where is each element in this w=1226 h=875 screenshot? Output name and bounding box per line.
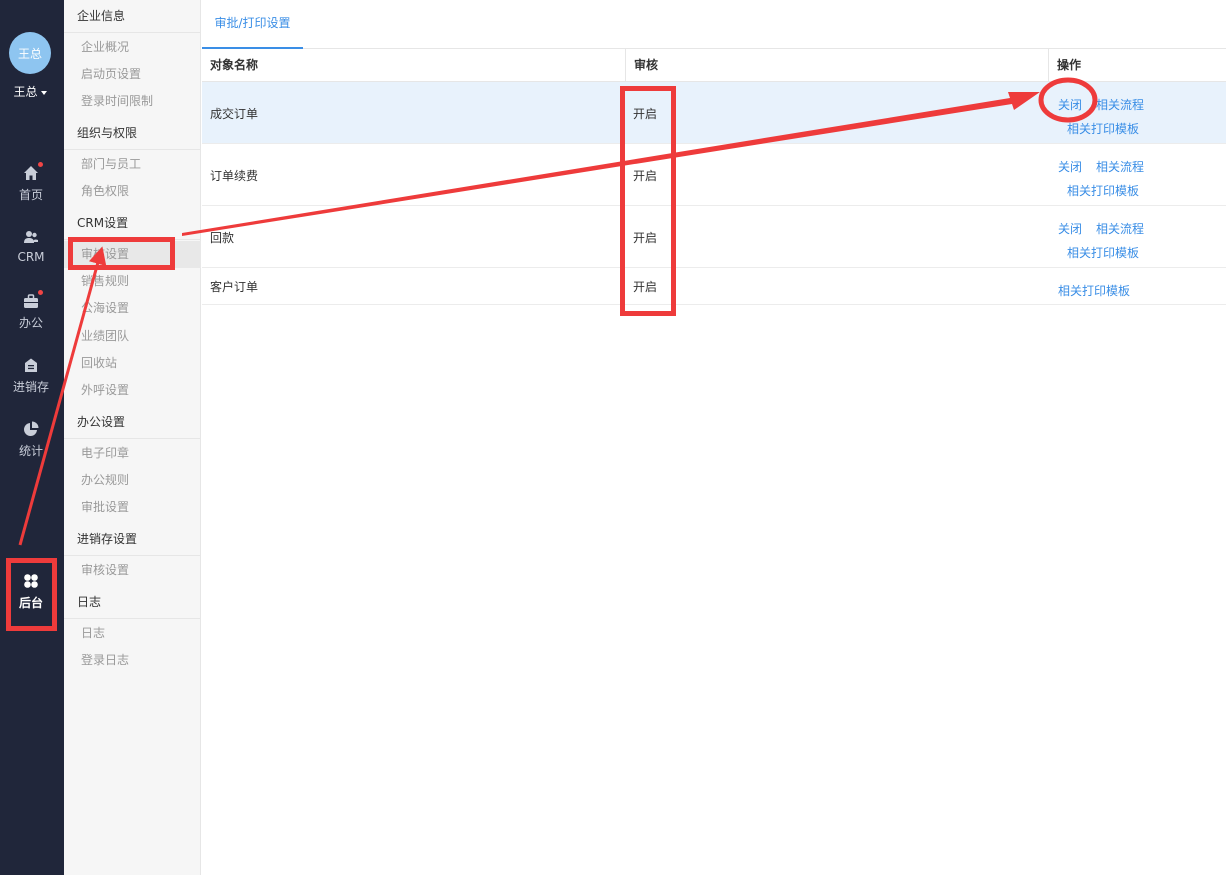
object-name: 订单续费 [210, 169, 259, 183]
nav-label-inventory: 进销存 [12, 380, 49, 394]
notification-dot [38, 162, 43, 167]
caret-down-icon [40, 90, 47, 95]
sidebar-item-role-permissions[interactable]: 角色权限 [64, 178, 201, 205]
sidebar-item-login-time-limit[interactable]: 登录时间限制 [64, 88, 201, 115]
pie-chart-icon [23, 421, 39, 437]
sidebar-group-office: 办公设置 [64, 406, 201, 439]
table-row: 订单续费 开启 关闭 相关流程 相关打印模板 [202, 144, 1226, 206]
sidebar-item-public-pool[interactable]: 公海设置 [64, 295, 201, 322]
sidebar-group-org-permissions: 组织与权限 [64, 117, 201, 150]
username-label: 王总 [13, 85, 38, 99]
user-menu[interactable]: 王总 [0, 83, 60, 100]
sidebar-group-logs: 日志 [64, 586, 201, 619]
sidebar-item-office-rules[interactable]: 办公规则 [64, 467, 201, 494]
sidebar-item-sales-rules[interactable]: 销售规则 [64, 268, 201, 295]
annotation-box-admin-nav [6, 558, 57, 631]
annotation-box-review-settings [68, 237, 175, 270]
sidebar-item-splash-settings[interactable]: 启动页设置 [64, 61, 201, 88]
sidebar-item-departments[interactable]: 部门与员工 [64, 151, 201, 178]
table-row: 回款 开启 关闭 相关流程 相关打印模板 [202, 206, 1226, 268]
main-nav: 王总 王总 首页 CRM 办公 进销存 统计 后台 [0, 0, 64, 875]
column-divider [625, 49, 626, 82]
sidebar-item-e-seal[interactable]: 电子印章 [64, 440, 201, 467]
object-name: 成交订单 [210, 107, 259, 121]
main-content: 审批/打印设置 对象名称 审核 操作 成交订单 开启 关闭 相关流程 相关打印模… [202, 0, 1226, 875]
related-flow-link[interactable]: 相关流程 [1096, 96, 1144, 113]
tab-approval-print-settings[interactable]: 审批/打印设置 [202, 0, 303, 49]
nav-item-crm[interactable]: CRM [0, 229, 62, 264]
settings-sidebar: 企业信息 企业概况 启动页设置 登录时间限制 组织与权限 部门与员工 角色权限 … [64, 0, 201, 875]
related-print-template-link[interactable]: 相关打印模板 [1067, 120, 1139, 137]
warehouse-icon [23, 357, 39, 373]
nav-item-inventory[interactable]: 进销存 [0, 357, 62, 395]
column-header-object-name: 对象名称 [210, 58, 259, 72]
tab-bar: 审批/打印设置 [202, 0, 1226, 49]
briefcase-icon [23, 290, 43, 309]
sidebar-item-approval-settings[interactable]: 审批设置 [64, 494, 201, 521]
table-row: 客户订单 开启 相关打印模板 [202, 268, 1226, 305]
table-row: 成交订单 开启 关闭 相关流程 相关打印模板 [202, 82, 1226, 144]
sidebar-item-recycle-bin[interactable]: 回收站 [64, 350, 201, 377]
related-print-template-link[interactable]: 相关打印模板 [1067, 182, 1139, 199]
sidebar-group-inventory: 进销存设置 [64, 523, 201, 556]
sidebar-item-inventory-review[interactable]: 审核设置 [64, 557, 201, 584]
sidebar-item-logs[interactable]: 日志 [64, 620, 201, 647]
nav-item-stats[interactable]: 统计 [0, 421, 62, 459]
sidebar-item-outbound-call[interactable]: 外呼设置 [64, 377, 201, 404]
sidebar-item-login-logs[interactable]: 登录日志 [64, 647, 201, 674]
nav-item-office[interactable]: 办公 [0, 290, 62, 331]
nav-label-home: 首页 [18, 188, 43, 202]
sidebar-group-company: 企业信息 [64, 0, 201, 33]
avatar[interactable]: 王总 [9, 32, 51, 74]
users-icon [23, 229, 39, 245]
close-review-link[interactable]: 关闭 [1058, 158, 1082, 175]
related-flow-link[interactable]: 相关流程 [1096, 220, 1144, 237]
close-review-link[interactable]: 关闭 [1058, 96, 1082, 113]
annotation-box-review-status-column [620, 86, 676, 316]
notification-dot [38, 290, 43, 295]
related-flow-link[interactable]: 相关流程 [1096, 158, 1144, 175]
related-print-template-link[interactable]: 相关打印模板 [1058, 282, 1130, 299]
column-divider [1048, 49, 1049, 82]
object-name: 回款 [210, 231, 235, 245]
nav-label-office: 办公 [18, 316, 43, 330]
sidebar-item-company-overview[interactable]: 企业概况 [64, 34, 201, 61]
nav-item-home[interactable]: 首页 [0, 162, 62, 203]
nav-label-crm: CRM [17, 250, 45, 264]
column-header-review: 审核 [634, 58, 659, 72]
close-review-link[interactable]: 关闭 [1058, 220, 1082, 237]
column-header-actions: 操作 [1057, 58, 1082, 72]
sidebar-item-performance-team[interactable]: 业绩团队 [64, 323, 201, 350]
nav-label-stats: 统计 [18, 444, 43, 458]
home-icon [23, 162, 43, 181]
related-print-template-link[interactable]: 相关打印模板 [1067, 244, 1139, 261]
object-name: 客户订单 [210, 280, 259, 294]
table-header: 对象名称 审核 操作 [202, 49, 1226, 82]
sidebar-group-crm: CRM设置 [64, 207, 201, 240]
